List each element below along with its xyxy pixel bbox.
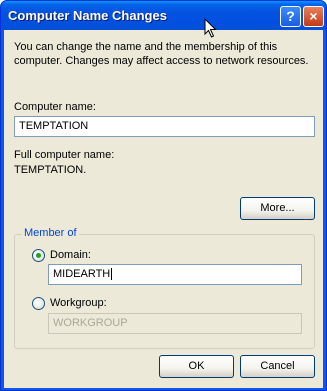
workgroup-label[interactable]: Workgroup: <box>50 297 107 309</box>
domain-value: MIDEARTH <box>53 268 111 280</box>
ok-button[interactable]: OK <box>159 355 234 378</box>
workgroup-value: WORKGROUP <box>53 317 128 329</box>
window-title: Computer Name Changes <box>8 8 167 23</box>
text-caret <box>111 268 113 281</box>
domain-radio[interactable] <box>32 249 45 262</box>
dialog-body: You can change the name and the membersh… <box>4 30 323 388</box>
full-computer-name-value: TEMPTATION. <box>14 164 87 176</box>
domain-label[interactable]: Domain: <box>50 249 91 261</box>
workgroup-radio[interactable] <box>32 297 45 310</box>
help-button[interactable]: ? <box>280 6 301 27</box>
close-button[interactable]: × <box>303 6 324 27</box>
cancel-button[interactable]: Cancel <box>240 355 315 378</box>
dialog-window: Computer Name Changes ? × You can change… <box>0 0 327 391</box>
title-bar[interactable]: Computer Name Changes ? × <box>1 1 326 30</box>
domain-input[interactable]: MIDEARTH <box>48 264 302 285</box>
member-of-group: Member of Domain: MIDEARTH Workgroup: WO… <box>14 227 315 349</box>
computer-name-input[interactable]: TEMPTATION <box>14 116 315 137</box>
description-text: You can change the name and the membersh… <box>14 41 309 67</box>
full-computer-name-label: Full computer name: <box>14 149 115 161</box>
computer-name-value: TEMPTATION <box>19 120 89 132</box>
workgroup-input: WORKGROUP <box>48 313 302 334</box>
member-of-legend: Member of <box>22 227 79 239</box>
mouse-pointer-icon <box>204 18 217 38</box>
radio-selected-dot <box>36 253 41 258</box>
computer-name-label: Computer name: <box>14 101 96 113</box>
more-button[interactable]: More... <box>240 197 315 220</box>
